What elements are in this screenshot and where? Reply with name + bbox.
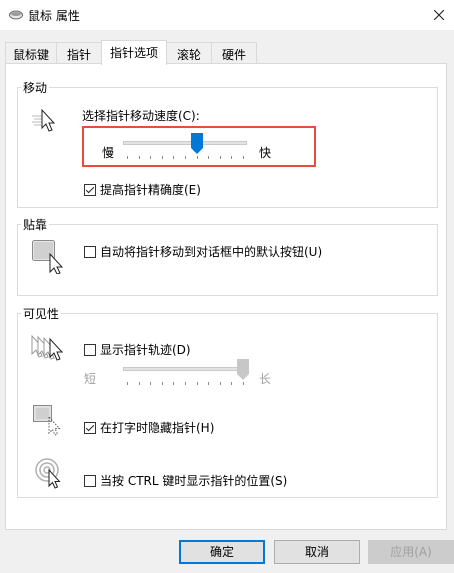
pointer-speed-icon xyxy=(32,108,56,132)
show-location-checkbox[interactable]: 当按 CTRL 键时显示指针的位置(S) xyxy=(84,472,287,489)
speed-highlight-box xyxy=(82,126,316,167)
hide-pointer-icon xyxy=(33,405,61,436)
cancel-button[interactable]: 取消 xyxy=(274,540,360,564)
tab-label: 硬件 xyxy=(221,48,246,62)
pointer-trails-label: 显示指针轨迹(D) xyxy=(100,343,191,357)
slider-tick xyxy=(185,382,186,385)
slider-tick xyxy=(196,382,198,385)
visibility-group: 可见性 xyxy=(17,305,438,498)
visibility-group-label: 可见性 xyxy=(21,305,62,322)
close-icon xyxy=(434,10,444,20)
tab-label: 滚轮 xyxy=(176,48,201,62)
snap-group-label: 贴靠 xyxy=(21,216,50,233)
hide-while-typing-label: 在打字时隐藏指针(H) xyxy=(100,421,215,435)
pointer-trails-icon xyxy=(31,334,64,361)
slider-tick xyxy=(243,382,244,385)
slider-tick xyxy=(150,382,152,385)
snap-group: 贴靠 xyxy=(17,216,438,296)
slider-tick xyxy=(219,382,221,385)
checkbox-box[interactable] xyxy=(84,474,96,487)
ok-button[interactable]: 确定 xyxy=(179,540,265,564)
enhance-precision-label: 提高指针精确度(E) xyxy=(100,183,201,197)
tab-pointers[interactable]: 指针 xyxy=(56,42,102,64)
enhance-precision-checkbox[interactable]: 提高指针精确度(E) xyxy=(84,181,201,198)
close-button[interactable] xyxy=(424,0,454,30)
slider-tick xyxy=(138,382,140,385)
tab-hardware[interactable]: 硬件 xyxy=(211,42,257,64)
tab-wheel[interactable]: 滚轮 xyxy=(166,42,212,64)
speed-label: 选择指针移动速度(C): xyxy=(82,109,200,123)
checkbox-box[interactable] xyxy=(84,421,96,434)
long-label: 长 xyxy=(259,372,272,386)
ok-button-label: 确定 xyxy=(209,545,234,559)
apply-button[interactable]: 应用(A) xyxy=(368,540,454,564)
slider-tick xyxy=(161,382,163,385)
motion-group-label: 移动 xyxy=(21,79,50,96)
checkbox-box[interactable] xyxy=(84,183,96,196)
slider-tick xyxy=(208,382,210,385)
window-title: 鼠标 属性 xyxy=(28,9,80,23)
snap-to-label: 自动将指针移动到对话框中的默认按钮(U) xyxy=(100,245,323,259)
trails-slider-thumb[interactable] xyxy=(237,359,249,381)
tab-mouse-buttons[interactable]: 鼠标键 xyxy=(5,42,57,64)
apply-button-label: 应用(A) xyxy=(390,545,432,559)
short-label: 短 xyxy=(84,372,97,386)
trails-slider-track[interactable] xyxy=(123,367,247,371)
show-location-icon xyxy=(35,458,61,489)
snap-to-checkbox[interactable]: 自动将指针移动到对话框中的默认按钮(U) xyxy=(84,243,322,260)
tab-pointer-options[interactable]: 指针选项 xyxy=(101,40,167,65)
checkbox-box[interactable] xyxy=(84,245,96,258)
slider-tick xyxy=(127,382,128,385)
slider-tick xyxy=(173,382,175,385)
hide-while-typing-checkbox[interactable]: 在打字时隐藏指针(H) xyxy=(84,419,214,436)
show-location-label: 当按 CTRL 键时显示指针的位置(S) xyxy=(100,474,288,488)
pointer-trails-checkbox[interactable]: 显示指针轨迹(D) xyxy=(84,341,191,358)
snap-to-icon xyxy=(32,240,64,274)
tab-label: 指针选项 xyxy=(109,46,158,60)
title-bar: 鼠标 属性 xyxy=(0,0,454,30)
tab-label: 指针 xyxy=(66,48,91,62)
cancel-button-label: 取消 xyxy=(304,545,329,559)
slider-tick xyxy=(231,382,233,385)
mouse-icon xyxy=(9,10,23,20)
checkbox-box[interactable] xyxy=(84,343,96,356)
tab-label: 鼠标键 xyxy=(12,48,49,62)
